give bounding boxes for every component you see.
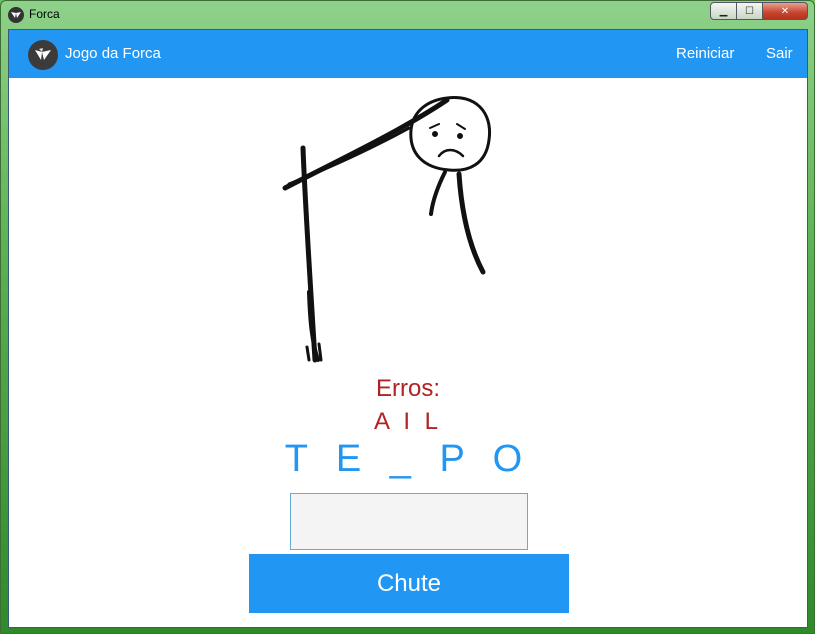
window-app-icon[interactable] [8, 7, 24, 23]
kivy-logo-icon [35, 48, 51, 60]
exit-button[interactable]: Sair [766, 45, 793, 62]
maximize-button[interactable]: ☐ [737, 2, 763, 20]
hangman-head [409, 95, 492, 172]
app-window: Forca ▁ ☐ ✕ Jogo da Forca Reiniciar Sair [0, 0, 815, 634]
window-titlebar[interactable]: Forca ▁ ☐ ✕ [1, 1, 814, 29]
minimize-button[interactable]: ▁ [710, 2, 737, 20]
window-controls: ▁ ☐ ✕ [710, 2, 808, 21]
app-bar: Jogo da Forca Reiniciar Sair [9, 30, 807, 78]
wrong-letters: A I L [373, 408, 443, 435]
errors-label: Erros: [375, 375, 440, 402]
app-client-area: Jogo da Forca Reiniciar Sair Erros: A I … [8, 29, 808, 628]
hangman-drawing [282, 95, 492, 363]
window-title: Forca [29, 7, 60, 21]
app-logo[interactable] [28, 40, 58, 70]
hangman-neck-left [429, 170, 447, 216]
hangman-body [456, 171, 486, 275]
close-button[interactable]: ✕ [763, 2, 808, 20]
restart-button[interactable]: Reiniciar [676, 45, 734, 62]
app-title: Jogo da Forca [65, 45, 161, 62]
word-display: T E _ P O [284, 438, 532, 480]
guess-input[interactable] [290, 493, 528, 550]
guess-button[interactable]: Chute [249, 554, 569, 613]
kivy-logo-icon [11, 12, 21, 18]
